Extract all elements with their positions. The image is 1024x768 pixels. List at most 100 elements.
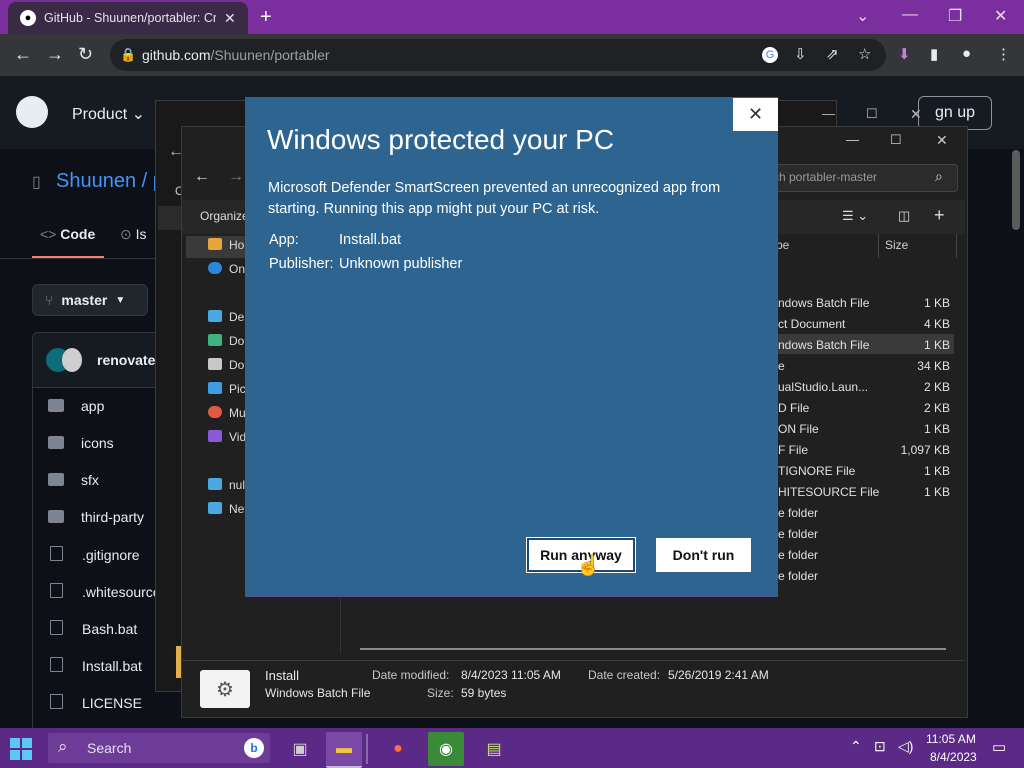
minimize-icon[interactable]: —: [902, 6, 918, 24]
close-icon[interactable]: ✕: [910, 106, 922, 123]
notification-icon[interactable]: ▭: [992, 738, 1006, 756]
list-item[interactable]: icons: [48, 435, 114, 451]
table-row[interactable]: TIGNORE File: [778, 464, 855, 478]
new-folder-icon[interactable]: +: [934, 205, 945, 226]
chrome-icon[interactable]: ◉: [428, 732, 464, 766]
list-item[interactable]: app: [48, 398, 104, 414]
table-row[interactable]: e folder: [778, 548, 818, 562]
tab-close-icon[interactable]: ✕: [224, 10, 236, 27]
network-icon[interactable]: ⊡: [874, 738, 886, 755]
list-item[interactable]: Install.bat: [48, 657, 142, 674]
explorer-search-input[interactable]: rch portabler-master ⌕: [762, 164, 958, 192]
nav-item-desktop[interactable]: Des: [208, 310, 250, 324]
sign-up-button[interactable]: gn up: [918, 96, 992, 130]
profile-icon[interactable]: ●: [962, 45, 971, 62]
forward-arrow-icon[interactable]: →: [46, 44, 64, 65]
table-row[interactable]: ualStudio.Laun...: [778, 380, 868, 394]
url-text[interactable]: github.com/Shuunen/portabler: [142, 47, 330, 63]
repo-owner-link[interactable]: Shuunen: [56, 170, 136, 192]
clock-date[interactable]: 8/4/2023: [930, 750, 977, 764]
list-item[interactable]: .whitesource: [48, 583, 161, 600]
clock-time[interactable]: 11:05 AM: [926, 732, 976, 746]
back-arrow-icon[interactable]: ←: [14, 44, 32, 65]
nav-item-this-pc[interactable]: nul: [208, 478, 245, 492]
table-row[interactable]: e folder: [778, 527, 818, 541]
side-panel-icon[interactable]: ▮: [930, 45, 938, 63]
nav-item-videos[interactable]: Vid: [208, 430, 246, 444]
extension-icon[interactable]: ⬇: [898, 45, 911, 63]
close-icon[interactable]: ✕: [733, 98, 778, 131]
table-row[interactable]: e: [778, 359, 785, 373]
column-header-size[interactable]: Size: [885, 238, 908, 252]
forward-arrow-icon[interactable]: →: [228, 168, 244, 186]
share-icon[interactable]: ⇗: [826, 45, 839, 63]
list-item[interactable]: third-party: [48, 509, 144, 525]
google-lens-icon[interactable]: G: [762, 47, 778, 63]
avatar[interactable]: [62, 348, 82, 372]
file-explorer-icon[interactable]: ▬: [326, 732, 362, 768]
firefox-icon[interactable]: ●: [380, 732, 416, 766]
nav-item-home[interactable]: Ho: [208, 238, 244, 252]
nav-item-music[interactable]: Mu: [208, 406, 246, 420]
column-divider[interactable]: [956, 234, 957, 258]
volume-icon[interactable]: ◁): [898, 738, 913, 755]
github-logo-icon[interactable]: [16, 96, 48, 128]
table-row[interactable]: e folder: [778, 506, 818, 520]
nav-item-network[interactable]: Net: [208, 502, 248, 516]
table-row[interactable]: ON File: [778, 422, 819, 436]
minimize-icon[interactable]: —: [846, 132, 859, 147]
dont-run-button[interactable]: Don't run: [656, 538, 751, 572]
horizontal-scrollbar[interactable]: [360, 648, 946, 650]
list-item[interactable]: LICENSE: [48, 694, 142, 711]
tab-code[interactable]: <> Code: [40, 226, 95, 242]
table-row[interactable]: HITESOURCE File: [778, 485, 879, 499]
show-hidden-icons-chevron-icon[interactable]: ⌃: [850, 738, 862, 755]
table-row[interactable]: D File: [778, 401, 809, 415]
table-row[interactable]: ndows Batch File: [778, 296, 869, 310]
tab-search-icon[interactable]: ⌄: [856, 6, 869, 26]
table-row[interactable]: ct Document: [778, 317, 845, 331]
restore-icon[interactable]: ❐: [948, 6, 962, 26]
table-row[interactable]: e folder: [778, 569, 818, 583]
file-size: 34 KB: [917, 359, 950, 373]
chrome-menu-icon[interactable]: ⋮: [996, 45, 1011, 63]
organize-button[interactable]: Organize: [200, 209, 249, 223]
close-icon[interactable]: ✕: [936, 132, 948, 149]
notepad-icon[interactable]: ▤: [476, 732, 512, 766]
maximize-icon[interactable]: ☐: [866, 106, 878, 122]
repo-title[interactable]: Shuunen / p: [56, 170, 164, 193]
preview-pane-icon[interactable]: ◫: [898, 208, 910, 224]
install-app-icon[interactable]: ⇩: [794, 45, 807, 63]
reload-icon[interactable]: ↻: [78, 44, 93, 65]
table-row[interactable]: ndows Batch File: [778, 338, 869, 352]
minimize-icon[interactable]: —: [822, 106, 835, 121]
file-name: .whitesource: [82, 584, 161, 600]
file-size: 1 KB: [923, 338, 950, 352]
back-arrow-icon[interactable]: ←: [194, 168, 210, 186]
nav-item-pictures[interactable]: Pic: [208, 382, 246, 396]
commit-author[interactable]: renovate-: [97, 352, 160, 368]
list-item[interactable]: .gitignore: [48, 546, 140, 563]
windows-start-icon[interactable]: [10, 738, 32, 760]
bookmark-star-icon[interactable]: ☆: [858, 45, 871, 63]
nav-item-documents[interactable]: Do: [208, 358, 244, 372]
table-row[interactable]: F File: [778, 443, 808, 457]
tab-issues[interactable]: ⊙ Is: [120, 226, 147, 243]
page-scrollbar[interactable]: [1012, 150, 1020, 230]
task-view-icon[interactable]: ▣: [282, 732, 318, 766]
taskbar-search-box[interactable]: ⌕ Search b: [48, 733, 270, 763]
window-close-icon[interactable]: ✕: [994, 6, 1007, 26]
nav-item-onedrive[interactable]: On: [208, 262, 245, 276]
product-menu[interactable]: Product ⌄: [72, 104, 145, 124]
list-item[interactable]: Bash.bat: [48, 620, 137, 637]
list-item[interactable]: sfx: [48, 472, 99, 488]
new-tab-icon[interactable]: +: [260, 6, 272, 29]
lock-icon[interactable]: 🔒: [120, 47, 136, 63]
column-header-type[interactable]: pe: [776, 238, 789, 252]
browser-tab[interactable]: ● GitHub - Shuunen/portabler: Cre ✕: [8, 2, 248, 34]
maximize-icon[interactable]: ☐: [890, 132, 902, 148]
branch-selector[interactable]: ⑂ master ▼: [32, 284, 148, 316]
view-options-icon[interactable]: ☰ ⌄: [842, 208, 868, 224]
nav-item-downloads[interactable]: Do: [208, 334, 244, 348]
column-divider[interactable]: [878, 234, 879, 258]
